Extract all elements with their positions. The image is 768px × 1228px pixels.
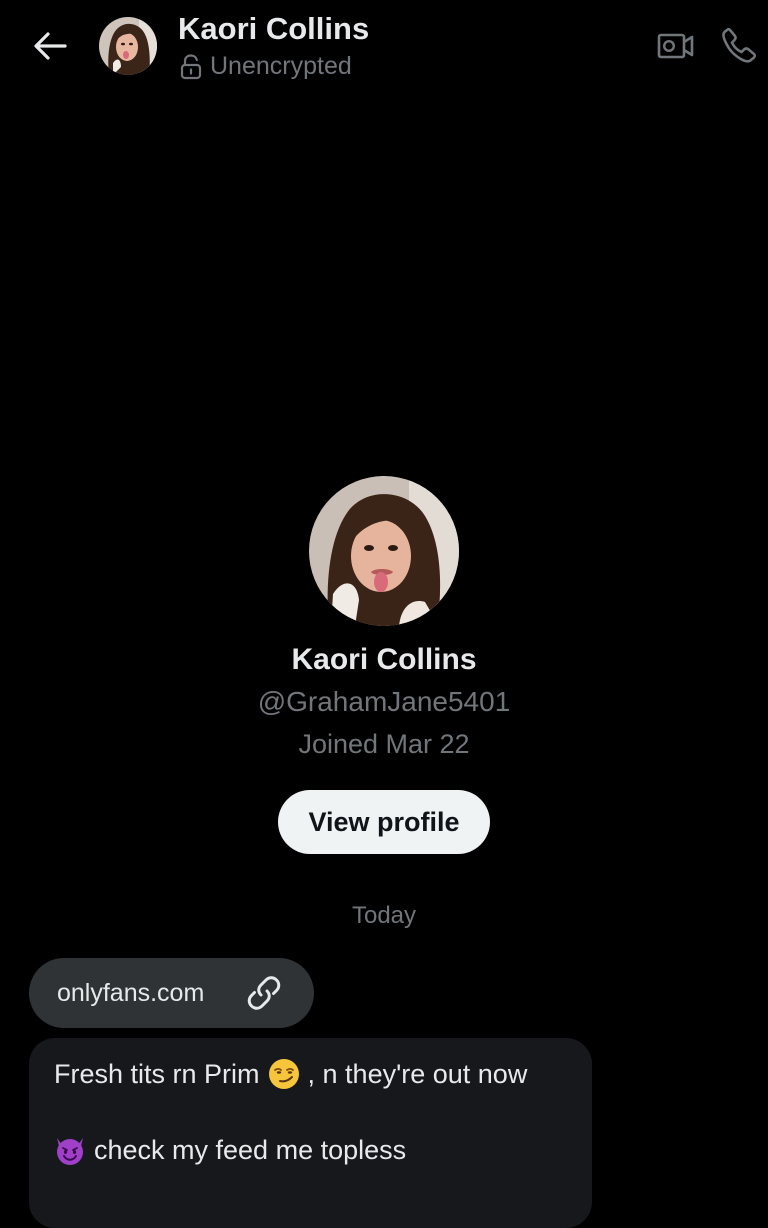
- message-text-part: Fresh tits rn Prim: [54, 1058, 260, 1089]
- profile-joined-date: Joined Mar 22: [298, 729, 470, 759]
- phone-call-button[interactable]: [717, 22, 761, 68]
- encryption-label: Unencrypted: [210, 52, 352, 80]
- smiling-devil-emoji-icon: [57, 1138, 83, 1165]
- view-profile-button[interactable]: View profile: [278, 790, 490, 854]
- message-line-1: Fresh tits rn Prim , n they're out now: [54, 1056, 567, 1092]
- message-line-2: check my feed me topless: [54, 1132, 567, 1168]
- link-text[interactable]: onlyfans.com: [57, 979, 204, 1008]
- header-avatar[interactable]: [99, 17, 157, 75]
- conversation-header: Kaori Collins Unencrypted: [0, 0, 768, 100]
- smirking-face-emoji-icon: [268, 1059, 299, 1089]
- contact-name: Kaori Collins: [178, 11, 370, 46]
- video-call-button[interactable]: [653, 26, 699, 66]
- video-call-icon: [657, 33, 694, 59]
- profile-avatar[interactable]: [309, 476, 459, 626]
- encryption-status: Unencrypted: [180, 52, 352, 81]
- avatar-photo: [99, 17, 157, 75]
- message-text-part: check my feed me topless: [94, 1134, 407, 1165]
- link-icon: [247, 976, 281, 1010]
- profile-card: Kaori Collins @GrahamJane5401 Joined Mar…: [0, 476, 768, 854]
- phone-call-icon: [722, 27, 757, 63]
- message-text-part: , n they're out now: [307, 1058, 528, 1089]
- link-message-bubble[interactable]: onlyfans.com: [29, 958, 314, 1028]
- profile-handle: @GrahamJane5401: [257, 686, 511, 717]
- profile-photo: [309, 476, 459, 626]
- unlocked-padlock-icon: [180, 53, 202, 79]
- back-arrow-icon: [34, 32, 67, 60]
- back-button[interactable]: [28, 26, 72, 66]
- date-separator: Today: [351, 902, 417, 929]
- profile-name: Kaori Collins: [291, 643, 477, 676]
